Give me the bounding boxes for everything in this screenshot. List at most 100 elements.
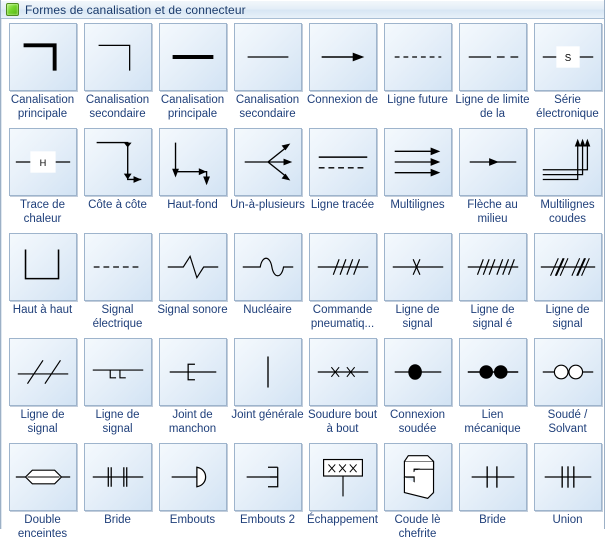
stencil-item[interactable]: Canalisation secondaire (80, 23, 155, 128)
electric-dashed-icon[interactable] (83, 233, 152, 301)
stencil-item[interactable]: Canalisation secondaire (230, 23, 305, 128)
stencil-item[interactable]: Signal électrique (80, 233, 155, 338)
stencil-item[interactable]: Bride (455, 443, 530, 548)
exhaust-xxx-box-icon[interactable] (308, 443, 377, 511)
stencil-item[interactable]: Côte à côte (80, 128, 155, 233)
stencil-item[interactable]: Soudure bout à bout (305, 338, 380, 443)
stencil-item-label: Coude lè chefrite (394, 514, 441, 540)
nuclear-sine-icon[interactable] (233, 233, 302, 301)
stencil-item[interactable]: Commande pneumatiq... (305, 233, 380, 338)
stencil-item[interactable]: Échappement (305, 443, 380, 548)
mechanical-two-dots-icon[interactable] (458, 338, 527, 406)
stencil-item-label: Flèche au milieu (467, 199, 518, 225)
stencil-item[interactable]: Ligne de limite de la (455, 23, 530, 128)
one-to-many-fan-icon[interactable] (233, 128, 302, 196)
stencil-item-label: Signal électrique (92, 304, 143, 330)
window-titlebar[interactable]: Formes de canalisation et de connecteur (1, 0, 604, 19)
union-icon[interactable] (533, 443, 602, 511)
stencil-item[interactable]: H Trace de chaleur (5, 128, 80, 233)
sleeve-joint-icon[interactable] (158, 338, 227, 406)
pneumatic-ticks-icon[interactable] (308, 233, 377, 301)
stencil-item[interactable]: Connexion soudée (380, 338, 455, 443)
heat-trace-h-box-icon[interactable]: H (8, 128, 77, 196)
stencil-item-label: Ligne future (387, 94, 448, 106)
window-title: Formes de canalisation et de connecteur (25, 2, 246, 17)
stencil-item[interactable]: Ligne future (380, 23, 455, 128)
stencil-item[interactable]: Ligne de signal é (455, 233, 530, 338)
elbow-thin-icon[interactable] (83, 23, 152, 91)
stencil-window: Formes de canalisation et de connecteur … (0, 0, 605, 540)
stencil-item[interactable]: Ligne de signal (530, 233, 605, 338)
stencil-item[interactable]: Lien mécanique (455, 338, 530, 443)
stencil-item-label: Joint de manchon (168, 409, 217, 435)
stencil-item[interactable]: S Série électronique (530, 23, 605, 128)
top-bottom-step-icon[interactable] (158, 128, 227, 196)
stencil-item-label: Ligne tracée (310, 199, 375, 211)
dashed-line-icon[interactable] (383, 23, 452, 91)
stencil-item[interactable]: Ligne de signal (5, 338, 80, 443)
stencil-item[interactable]: Connexion de (305, 23, 380, 128)
stencil-item-label: Canalisation secondaire (85, 94, 150, 120)
line-thick-icon[interactable] (158, 23, 227, 91)
butt-weld-x-icon[interactable] (308, 338, 377, 406)
stencil-item-label: Embouts 2 (240, 514, 295, 526)
signal-double-tick-icon[interactable] (383, 233, 452, 301)
stencil-item[interactable]: Embouts (155, 443, 230, 548)
stencil-item[interactable]: Multilignes (380, 128, 455, 233)
stencil-item-label: Échappement (307, 514, 378, 526)
stencil-item-label: Embouts (169, 514, 216, 526)
side-by-side-zigzag-icon[interactable] (83, 128, 152, 196)
bevel-elbow-3d-icon[interactable] (383, 443, 452, 511)
stencil-grid: Canalisation principale Canalisation seco… (5, 23, 604, 548)
stencil-item[interactable]: Ligne de signal (380, 233, 455, 338)
signal-triple-tick-pair-icon[interactable] (458, 233, 527, 301)
sound-zigzag-icon[interactable] (158, 233, 227, 301)
stencil-item[interactable]: Haut-fond (155, 128, 230, 233)
double-containment-icon[interactable] (8, 443, 77, 511)
stencil-item[interactable]: Signal sonore (155, 233, 230, 338)
stencil-item[interactable]: Canalisation principale (155, 23, 230, 128)
series-s-box-icon[interactable]: S (533, 23, 602, 91)
stencil-item[interactable]: Un-à-plusieurs (230, 128, 305, 233)
stencil-item[interactable]: Multilignes coudes (530, 128, 605, 233)
stencil-item-label: Trace de chaleur (20, 199, 65, 225)
stencil-item[interactable]: Canalisation principale (5, 23, 80, 128)
cap-bracket-icon[interactable] (233, 443, 302, 511)
signal-hatch-pair-icon[interactable] (533, 233, 602, 301)
stencil-item[interactable]: Double enceintes (5, 443, 80, 548)
stencil-item[interactable]: Union (530, 443, 605, 548)
multiline-arrows-icon[interactable] (383, 128, 452, 196)
flange-double-tick-icon[interactable] (83, 443, 152, 511)
arrow-right-icon[interactable] (308, 23, 377, 91)
stencil-item-label: Nucléaire (243, 304, 292, 316)
top-to-top-u-icon[interactable] (8, 233, 77, 301)
stencil-item[interactable]: Haut à haut (5, 233, 80, 338)
stencil-item[interactable]: Embouts 2 (230, 443, 305, 548)
stencil-item[interactable]: Ligne tracée (305, 128, 380, 233)
stencil-item[interactable]: Ligne de signal (80, 338, 155, 443)
line-thin-icon[interactable] (233, 23, 302, 91)
stencil-item-label: Union (552, 514, 583, 526)
stencil-item[interactable]: Joint générale (230, 338, 305, 443)
stencil-item[interactable]: Soudé / Solvant (530, 338, 605, 443)
stencil-item-label: Haut-fond (167, 199, 218, 211)
cap-d-icon[interactable] (158, 443, 227, 511)
stencil-item[interactable]: Flèche au milieu (455, 128, 530, 233)
stencil-item[interactable]: Bride (80, 443, 155, 548)
stencil-item-label: Multilignes coudes (540, 199, 595, 225)
elbow-thick-icon[interactable] (8, 23, 77, 91)
solvent-two-circles-icon[interactable] (533, 338, 602, 406)
stencil-item[interactable]: Nucléaire (230, 233, 305, 338)
traced-line-icon[interactable] (308, 128, 377, 196)
general-joint-bar-icon[interactable] (233, 338, 302, 406)
stencil-item[interactable]: Joint de manchon (155, 338, 230, 443)
signal-two-slashes-icon[interactable] (8, 338, 77, 406)
dash-dot-line-icon[interactable] (458, 23, 527, 91)
flange-pair-icon[interactable] (458, 443, 527, 511)
stencil-item[interactable]: Coude lè chefrite (380, 443, 455, 548)
welded-dot-icon[interactable] (383, 338, 452, 406)
signal-step-pair-icon[interactable] (83, 338, 152, 406)
stencil-item-label: Série électronique (536, 94, 599, 120)
multiline-elbow-icon[interactable] (533, 128, 602, 196)
arrow-mid-icon[interactable] (458, 128, 527, 196)
